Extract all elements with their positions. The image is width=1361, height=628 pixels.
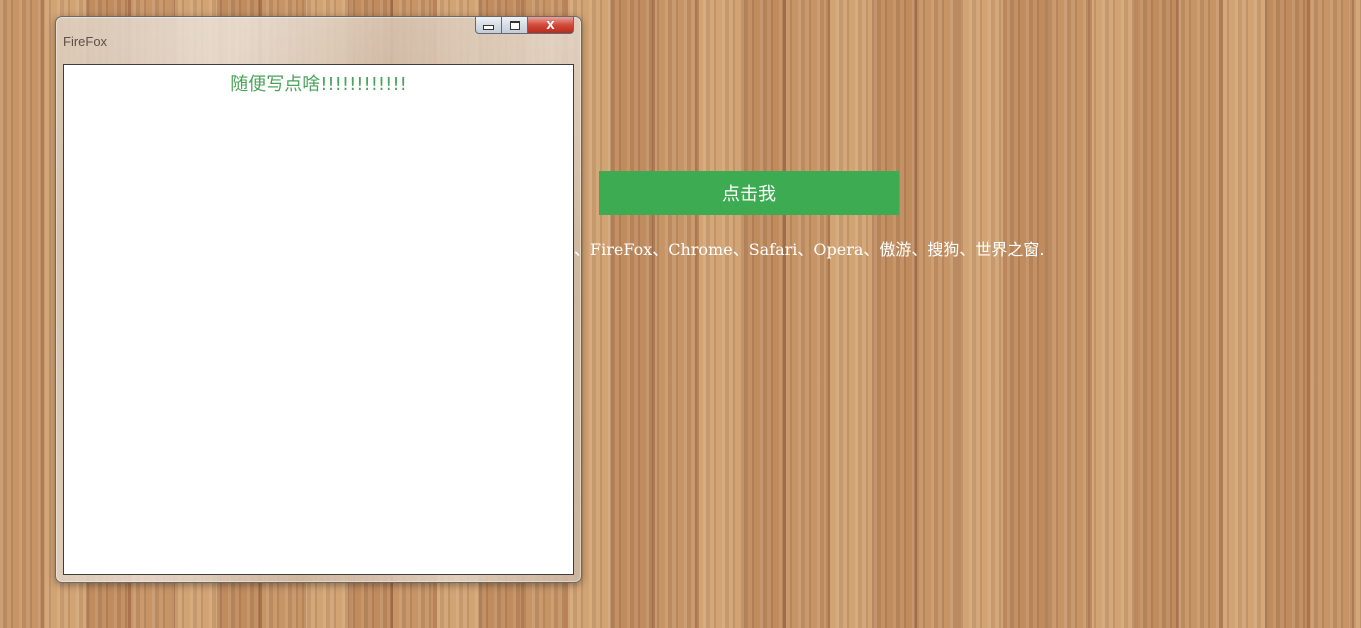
browser-window: FireFox X 随便写点啥!!!!!!!!!!!! [55,16,582,583]
maximize-icon [509,20,520,30]
close-icon: X [546,18,555,32]
minimize-icon [483,25,494,30]
minimize-button[interactable] [475,17,502,34]
window-controls: X [475,17,574,35]
click-me-button[interactable]: 点击我 [599,171,899,215]
window-title: FireFox [63,34,108,49]
window-content-area: 随便写点啥!!!!!!!!!!!! [63,64,574,575]
browser-list-text: 、FireFox、Chrome、Safari、Opera、傲游、搜狗、世界之窗. [574,240,1045,259]
desktop-background: FireFox X 随便写点啥!!!!!!!!!!!! 点击我 、FireFox… [0,0,1361,628]
close-button[interactable]: X [528,17,574,34]
content-text: 随便写点啥!!!!!!!!!!!! [230,74,407,95]
maximize-button[interactable] [502,17,528,34]
